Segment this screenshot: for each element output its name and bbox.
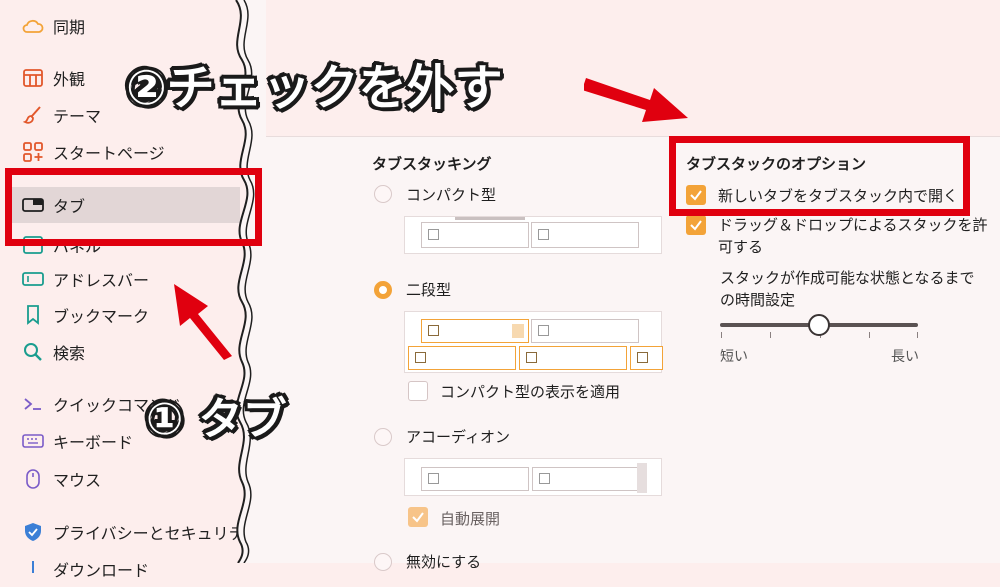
stack-delay-label-line2: の時間設定 <box>720 291 796 309</box>
preview-subtab <box>519 346 627 370</box>
radio-accordion-label: アコーディオン <box>406 428 510 446</box>
preview-tab-active <box>421 319 529 343</box>
preview-tab <box>532 467 640 491</box>
stack-delay-label-line1: スタックが作成可能な状態となるまで <box>720 269 975 287</box>
sidebar-item-privacy[interactable]: プライバシーとセキュリティ <box>0 514 260 550</box>
stack-badge <box>512 324 524 338</box>
sidebar-item-label: 外観 <box>53 70 86 89</box>
slider-tick <box>770 332 771 338</box>
annotation-box-tabs <box>5 168 262 246</box>
shield-icon <box>22 521 44 543</box>
radio-disabled[interactable] <box>374 553 392 571</box>
compact-display-checkbox[interactable] <box>408 381 428 401</box>
slider-min-label: 短い <box>720 349 748 365</box>
sidebar-item-label: ブックマーク <box>53 307 150 326</box>
favicon-placeholder <box>428 325 439 336</box>
auto-expand-label: 自動展開 <box>440 510 501 528</box>
accordion-preview <box>404 458 662 496</box>
appearance-icon <box>22 67 44 89</box>
radio-compact[interactable] <box>374 185 392 203</box>
compact-stack-indicator <box>455 217 525 220</box>
slider-max-label: 長い <box>891 349 919 365</box>
annotation-arrow-right-icon <box>584 78 688 122</box>
sidebar-item-sync[interactable]: 同期 <box>0 8 245 44</box>
annotation-box-option <box>669 136 970 216</box>
start-page-icon <box>22 141 44 163</box>
preview-subtab <box>408 346 516 370</box>
favicon-placeholder <box>428 473 439 484</box>
favicon-placeholder <box>539 473 550 484</box>
cloud-icon <box>22 15 44 37</box>
search-icon <box>22 341 44 363</box>
two-level-preview <box>404 311 663 373</box>
sidebar-item-start-page[interactable]: スタートページ <box>0 134 245 170</box>
sidebar-divider <box>22 380 222 381</box>
favicon-placeholder <box>415 352 426 363</box>
compact-preview <box>404 216 662 254</box>
annotation-arrow-up-icon <box>174 284 232 360</box>
bookmark-icon <box>22 304 44 326</box>
sidebar-item-label: 同期 <box>53 18 86 37</box>
sidebar-item-mouse[interactable]: マウス <box>0 461 245 497</box>
drag-drop-stack-label-line1: ドラッグ＆ドロップによるスタックを許 <box>718 216 988 234</box>
preview-tab <box>531 222 639 248</box>
drag-drop-stack-checkbox[interactable] <box>686 215 706 235</box>
checkmark-icon <box>690 220 702 231</box>
favicon-placeholder <box>526 352 537 363</box>
annotation-step2-caption: ②チェックを外す <box>126 60 503 116</box>
favicon-placeholder <box>637 352 648 363</box>
accordion-handle <box>637 463 647 493</box>
radio-disabled-label: 無効にする <box>406 553 482 571</box>
favicon-placeholder <box>538 229 549 240</box>
slider-tick <box>869 332 870 338</box>
download-icon <box>22 558 44 580</box>
quick-command-icon <box>22 393 44 415</box>
preview-tab <box>531 319 639 343</box>
preview-tab <box>421 467 529 491</box>
preview-subtab <box>630 346 663 370</box>
mouse-icon <box>22 468 44 490</box>
preview-tab <box>421 222 529 248</box>
slider-tick <box>721 332 722 338</box>
sidebar-item-label: キーボード <box>53 433 134 452</box>
address-bar-icon <box>22 268 44 290</box>
compact-display-label: コンパクト型の表示を適用 <box>440 383 621 401</box>
radio-accordion[interactable] <box>374 428 392 446</box>
keyboard-icon <box>22 430 44 452</box>
sidebar-item-downloads[interactable]: ダウンロード <box>0 551 245 587</box>
radio-two-level-label: 二段型 <box>406 281 452 299</box>
slider-tick <box>917 332 918 338</box>
sidebar-item-label: ダウンロード <box>53 561 150 580</box>
sidebar-item-label: アドレスバー <box>53 271 150 290</box>
brush-icon <box>22 104 44 126</box>
sidebar-item-label: スタートページ <box>53 144 165 163</box>
favicon-placeholder <box>538 325 549 336</box>
sidebar-divider <box>22 505 222 506</box>
sidebar-item-label: マウス <box>53 471 102 490</box>
radio-two-level[interactable] <box>374 281 392 299</box>
sidebar-item-label: テーマ <box>53 107 102 126</box>
radio-compact-label: コンパクト型 <box>406 186 497 204</box>
drag-drop-stack-label-line2: 可する <box>718 238 764 256</box>
annotation-step1-caption: ① タブ <box>146 394 287 445</box>
stack-delay-slider-thumb[interactable] <box>808 314 830 336</box>
sidebar-item-label: 検索 <box>53 344 86 363</box>
checkmark-icon <box>412 512 424 523</box>
tab-stacking-heading: タブスタッキング <box>372 155 492 173</box>
auto-expand-checkbox[interactable] <box>408 507 428 527</box>
favicon-placeholder <box>428 229 439 240</box>
